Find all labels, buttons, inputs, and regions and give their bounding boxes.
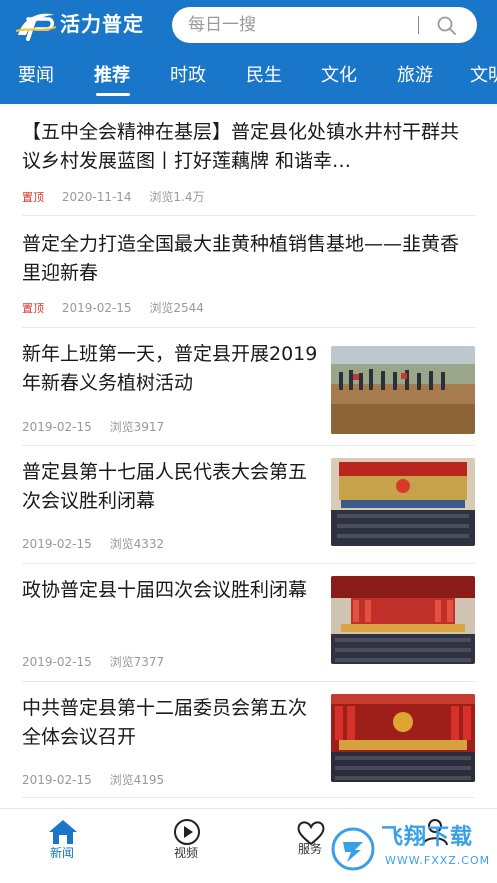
app-header: 活力普定 每日一搜 要闻 推荐 时政 民生 文化 旅游 文明: [0, 0, 497, 104]
tab-minsheng[interactable]: 民生: [246, 64, 282, 88]
news-title[interactable]: 普定县第十七届人民代表大会第五次会议胜利闭幕: [22, 458, 318, 516]
news-thumbnail[interactable]: [331, 694, 475, 782]
news-title[interactable]: 【五中全会精神在基层】普定县化处镇水井村干群共议乡村发展蓝图丨打好莲藕牌 和谐幸…: [22, 118, 475, 176]
pinned-badge: 置顶: [22, 302, 44, 315]
news-meta: 置顶 2019-02-15 浏览2544: [22, 300, 218, 317]
news-views: 浏览2544: [149, 301, 204, 315]
news-date: 2020-11-14: [61, 190, 132, 204]
news-date: 2019-02-15: [22, 537, 92, 551]
news-item[interactable]: 政协普定县十届四次会议胜利闭幕 2019-02-15 浏览7377: [22, 576, 475, 682]
news-thumbnail[interactable]: [331, 346, 475, 434]
site-watermark: 飞翔下载 WWW.FXXZ.COM: [331, 822, 493, 878]
active-tab-indicator: [96, 93, 130, 96]
tab-shizheng[interactable]: 时政: [170, 64, 206, 88]
news-item[interactable]: 普定全力打造全国最大韭黄种植销售基地——韭黄香里迎新春 置顶 2019-02-1…: [22, 230, 475, 328]
pinned-badge: 置顶: [22, 191, 44, 204]
news-title[interactable]: 中共普定县第十二届委员会第五次全体会议召开: [22, 694, 318, 752]
news-title[interactable]: 普定全力打造全国最大韭黄种植销售基地——韭黄香里迎新春: [22, 230, 475, 288]
news-item[interactable]: 新年上班第一天，普定县开展2019年新春义务植树活动 2019-02-15 浏览…: [22, 340, 475, 446]
nav-video[interactable]: 视频: [141, 809, 231, 879]
search-icon[interactable]: [436, 15, 458, 37]
news-meta: 2019-02-15 浏览3917: [22, 419, 178, 435]
category-tabs: 要闻 推荐 时政 民生 文化 旅游 文明: [0, 56, 497, 100]
news-views: 浏览4195: [109, 773, 165, 787]
top-bar: 活力普定 每日一搜: [0, 0, 497, 50]
news-thumbnail[interactable]: [331, 576, 475, 664]
play-icon[interactable]: [171, 817, 203, 847]
news-meta: 2019-02-15 浏览7377: [22, 654, 178, 670]
watermark-logo-icon: [331, 827, 375, 871]
news-thumbnail[interactable]: [331, 458, 475, 546]
app-logo-icon: [15, 13, 57, 41]
news-item[interactable]: 【五中全会精神在基层】普定县化处镇水井村干群共议乡村发展蓝图丨打好莲藕牌 和谐幸…: [22, 118, 475, 216]
news-views: 浏览1.4万: [149, 190, 205, 204]
news-meta: 2019-02-15 浏览4195: [22, 772, 178, 788]
tab-tuijian[interactable]: 推荐: [94, 64, 130, 88]
app-title: 活力普定: [60, 12, 144, 36]
news-views: 浏览3917: [109, 420, 165, 434]
news-date: 2019-02-15: [22, 420, 92, 434]
news-date: 2019-02-15: [22, 773, 92, 787]
nav-news-label[interactable]: 新闻: [17, 845, 107, 861]
news-title[interactable]: 政协普定县十届四次会议胜利闭幕: [22, 576, 318, 634]
nav-video-label[interactable]: 视频: [141, 845, 231, 861]
nav-news[interactable]: 新闻: [17, 809, 107, 879]
search-bar[interactable]: 每日一搜: [172, 7, 477, 43]
tab-yaowen[interactable]: 要闻: [18, 64, 54, 88]
news-title[interactable]: 新年上班第一天，普定县开展2019年新春义务植树活动: [22, 340, 318, 398]
watermark-url: WWW.FXXZ.COM: [385, 854, 491, 867]
tab-wenming[interactable]: 文明: [470, 64, 497, 88]
tab-wenhua[interactable]: 文化: [321, 64, 357, 88]
search-divider: [418, 16, 419, 34]
tab-lvyou[interactable]: 旅游: [397, 64, 433, 88]
news-date: 2019-02-15: [61, 301, 132, 315]
news-views: 浏览7377: [109, 655, 165, 669]
news-meta: 置顶 2020-11-14 浏览1.4万: [22, 189, 219, 206]
news-meta: 2019-02-15 浏览4332: [22, 536, 178, 552]
watermark-text: 飞翔下载: [381, 825, 474, 850]
news-item[interactable]: 普定县第十七届人民代表大会第五次会议胜利闭幕 2019-02-15 浏览4332: [22, 458, 475, 564]
search-placeholder[interactable]: 每日一搜: [188, 13, 256, 37]
news-date: 2019-02-15: [22, 655, 92, 669]
news-item[interactable]: 中共普定县第十二届委员会第五次全体会议召开 2019-02-15 浏览4195: [22, 694, 475, 798]
news-views: 浏览4332: [109, 537, 165, 551]
home-icon[interactable]: [47, 817, 79, 847]
